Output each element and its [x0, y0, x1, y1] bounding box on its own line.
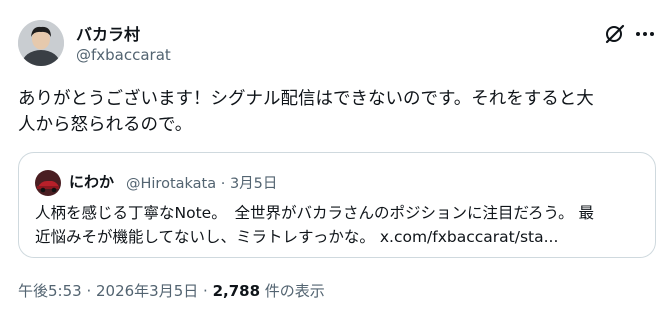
more-icon[interactable] — [633, 22, 657, 46]
quoted-tweet[interactable]: にわか @Hirotakata · 3月5日 人柄を感じる丁寧なNote。 全世… — [18, 152, 656, 258]
quote-text: 人柄を感じる丁寧なNote。 全世界がバカラさんのポジションに注目だろう。 最 … — [35, 201, 645, 249]
quote-text-line: 人柄を感じる丁寧なNote。 全世界がバカラさんのポジションに注目だろう。 最 — [35, 204, 595, 222]
author-name[interactable]: バカラ村 — [76, 21, 140, 45]
grok-icon[interactable] — [603, 22, 627, 46]
quote-author-handle-date: @Hirotakata · 3月5日 — [126, 176, 278, 192]
car-photo — [35, 170, 61, 196]
author-avatar[interactable] — [18, 20, 64, 66]
author-handle[interactable]: @fxbaccarat — [76, 46, 171, 64]
views-count: 2,788 — [212, 282, 261, 300]
tweet-meta: 午後5:53 · 2026年3月5日 · 2,788 件の表示 — [18, 280, 325, 301]
views-label: 件の表示 — [264, 282, 325, 300]
timestamp-link[interactable]: 午後5:53 · 2026年3月5日 — [18, 282, 198, 300]
quote-author-name: にわか — [69, 173, 115, 191]
tweet-text-line: ありがとうございます！シグナル配信はできないのです。それをすると大 — [18, 89, 594, 109]
tweet-text: ありがとうございます！シグナル配信はできないのです。それをすると大 人から怒られ… — [18, 86, 658, 138]
avatar-photo — [18, 20, 64, 66]
quote-author-avatar — [35, 170, 61, 196]
tweet-text-line: 人から怒られるので。 — [18, 115, 193, 135]
quote-text-line: 近悩みそが機能してないし、ミラトレすっかな。 x.com/fxbaccarat/… — [35, 228, 559, 246]
meta-separator: · — [198, 282, 213, 300]
